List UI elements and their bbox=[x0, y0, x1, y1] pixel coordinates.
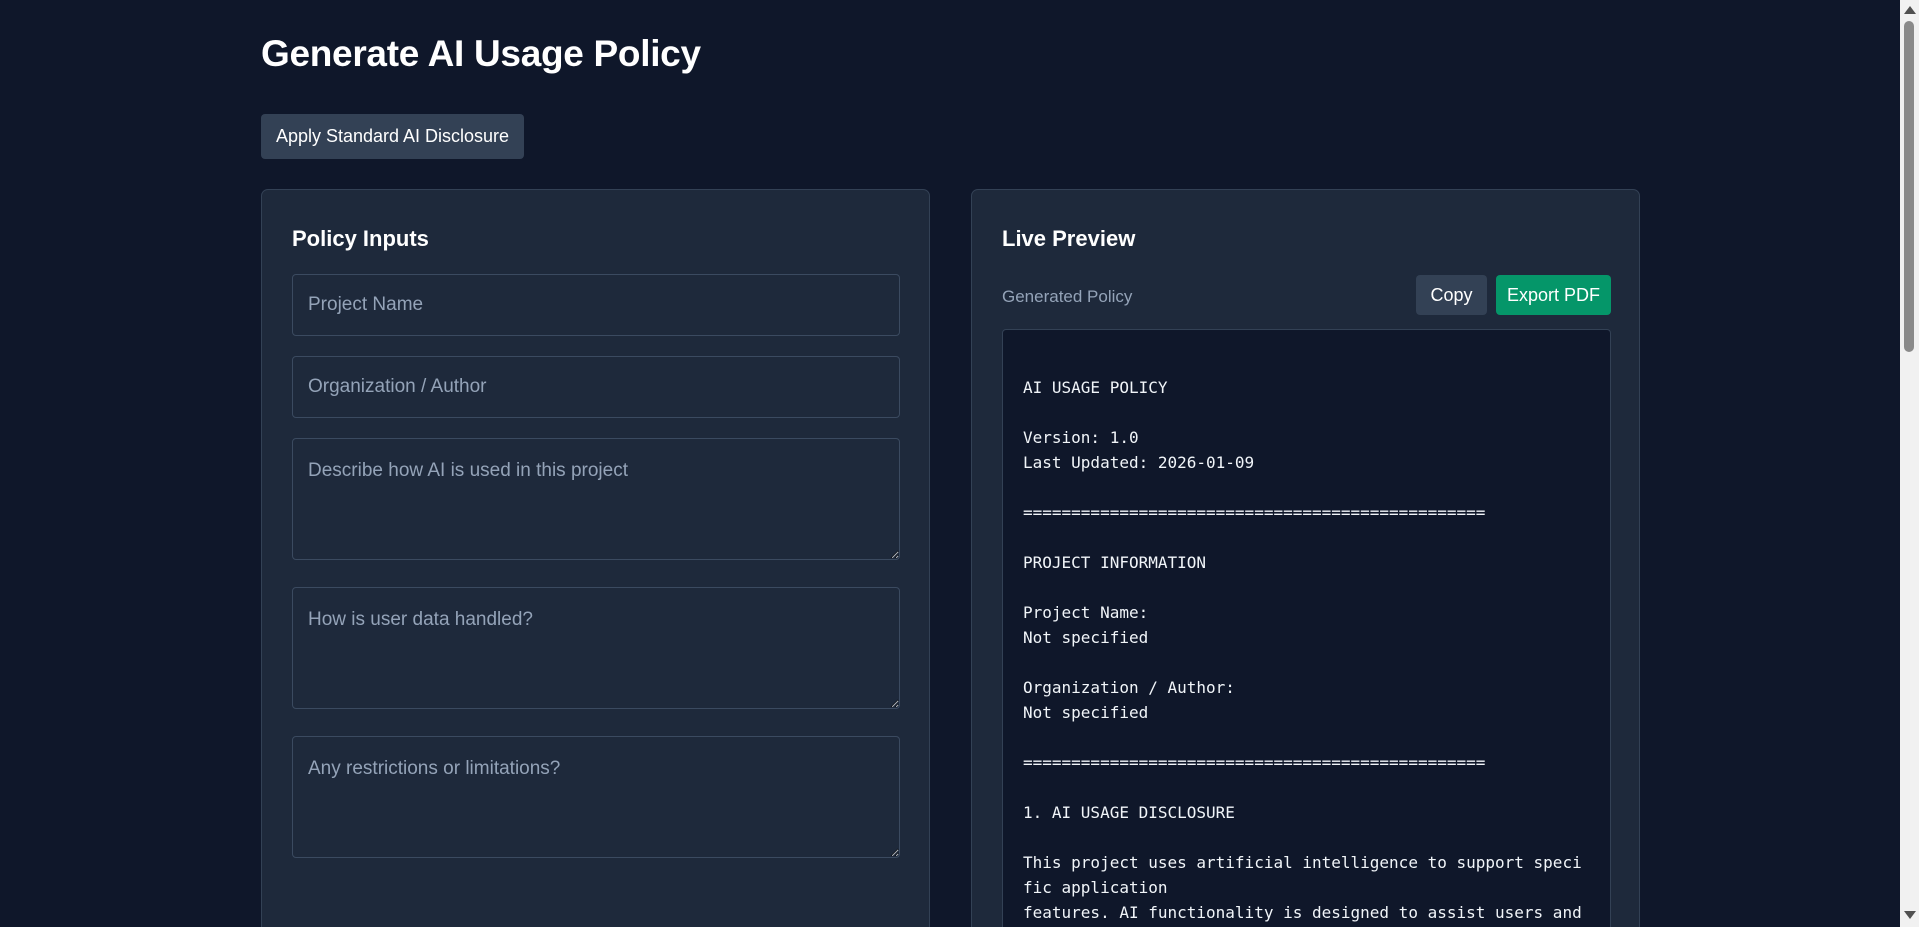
apply-standard-disclosure-button[interactable]: Apply Standard AI Disclosure bbox=[261, 114, 524, 159]
generated-policy-label: Generated Policy bbox=[1002, 287, 1133, 306]
policy-inputs-panel: Policy Inputs bbox=[261, 189, 930, 927]
organization-author-input[interactable] bbox=[292, 356, 900, 418]
page-title: Generate AI Usage Policy bbox=[261, 33, 701, 74]
live-preview-heading: Live Preview bbox=[1002, 226, 1136, 251]
policy-preview-text: AI USAGE POLICY Version: 1.0 Last Update… bbox=[1023, 378, 1582, 922]
page: Generate AI Usage Policy Apply Standard … bbox=[0, 0, 1900, 927]
project-name-input[interactable] bbox=[292, 274, 900, 336]
copy-button[interactable]: Copy bbox=[1416, 275, 1487, 315]
live-preview-panel: Live Preview Generated Policy Copy Expor… bbox=[971, 189, 1640, 927]
scroll-up-arrow-icon[interactable] bbox=[1904, 6, 1916, 14]
export-pdf-button[interactable]: Export PDF bbox=[1496, 275, 1611, 315]
policy-preview-box[interactable]: AI USAGE POLICY Version: 1.0 Last Update… bbox=[1002, 329, 1611, 927]
scrollbar-thumb[interactable] bbox=[1904, 21, 1914, 352]
data-handling-textarea[interactable] bbox=[292, 587, 900, 709]
restrictions-textarea[interactable] bbox=[292, 736, 900, 858]
policy-inputs-heading: Policy Inputs bbox=[292, 226, 429, 251]
scroll-down-arrow-icon[interactable] bbox=[1904, 911, 1916, 919]
page-scrollbar[interactable] bbox=[1900, 0, 1919, 927]
ai-usage-description-textarea[interactable] bbox=[292, 438, 900, 560]
